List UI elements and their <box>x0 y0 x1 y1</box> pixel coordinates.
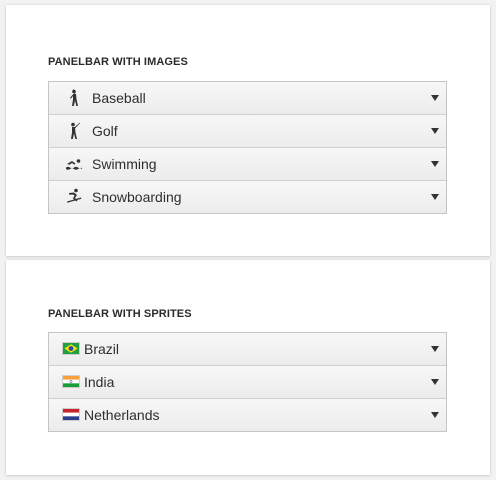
panelbar-item-india[interactable]: India <box>49 365 446 398</box>
chevron-down-icon[interactable] <box>431 194 439 200</box>
section-title-sprites: PANELBAR WITH SPRITES <box>48 308 192 320</box>
chevron-down-icon[interactable] <box>431 346 439 352</box>
panelbar-item-label: Golf <box>92 123 118 139</box>
chevron-down-icon[interactable] <box>431 412 439 418</box>
swimmer-icon <box>66 159 82 170</box>
panelbar-item-label: Swimming <box>92 156 157 172</box>
panelbar-item-label: Baseball <box>92 90 146 106</box>
panelbar-item-netherlands[interactable]: Netherlands <box>49 398 446 431</box>
panelbar-item-label: Netherlands <box>84 407 160 423</box>
netherlands-flag-icon <box>63 409 79 420</box>
panelbar-item-brazil[interactable]: Brazil <box>49 333 446 365</box>
chevron-down-icon[interactable] <box>431 161 439 167</box>
panelbar-sprites: Brazil India Netherlands <box>48 332 447 432</box>
panelbar-item-snowboarding[interactable]: Snowboarding <box>49 180 446 213</box>
panelbar-item-baseball[interactable]: Baseball <box>49 82 446 114</box>
chevron-down-icon[interactable] <box>431 379 439 385</box>
panelbar-item-label: Snowboarding <box>92 189 182 205</box>
chevron-down-icon[interactable] <box>431 95 439 101</box>
chevron-down-icon[interactable] <box>431 128 439 134</box>
snowboarder-icon <box>67 188 82 203</box>
images-panelbar-card: PANELBAR WITH IMAGES Baseball Golf Swimm… <box>6 5 490 256</box>
baseball-player-icon <box>70 89 78 106</box>
golf-player-icon <box>71 122 80 139</box>
sprites-panelbar-card: PANELBAR WITH SPRITES Brazil India Nethe… <box>6 260 490 475</box>
panelbar-item-golf[interactable]: Golf <box>49 114 446 147</box>
panelbar-item-label: India <box>84 374 115 390</box>
brazil-flag-icon <box>63 343 79 354</box>
section-title-images: PANELBAR WITH IMAGES <box>48 56 188 68</box>
panelbar-images: Baseball Golf Swimming Snowboarding <box>48 81 447 214</box>
panelbar-item-label: Brazil <box>84 341 120 357</box>
india-flag-icon <box>63 376 79 387</box>
panelbar-item-swimming[interactable]: Swimming <box>49 147 446 180</box>
